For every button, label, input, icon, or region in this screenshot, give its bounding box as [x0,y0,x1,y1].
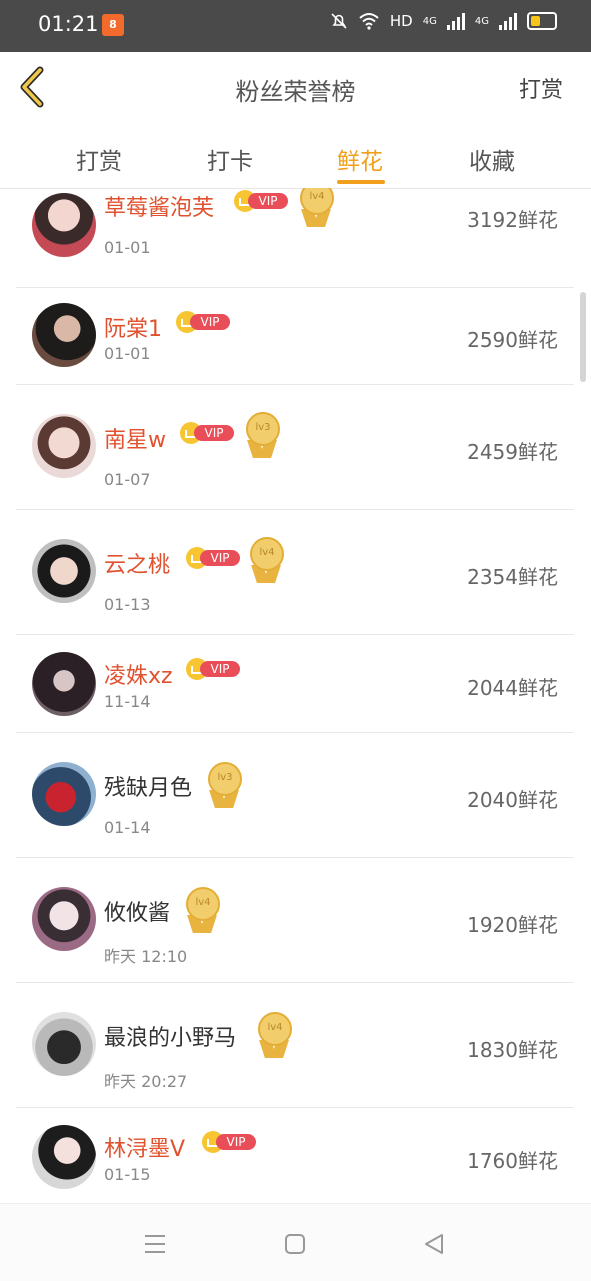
tab-flowers[interactable]: 鲜花 [337,142,383,176]
system-nav-bar [0,1203,591,1281]
status-icons: HD 4G 4G [330,12,557,30]
home-button[interactable] [280,1232,310,1256]
vip-badge: VIP [180,422,234,444]
menu-icon [145,1235,165,1253]
vip-badge: VIP [186,658,240,680]
date: 01-15 [104,1165,151,1184]
avatar [32,1125,96,1189]
avatar [32,303,96,367]
user-name: 阮棠1 [104,317,162,342]
user-name: 云之桃 [104,553,171,578]
list-item[interactable]: 云之桃 VIP lv4 01-13 2354鲜花 [16,509,574,635]
triangle-back-icon [425,1234,443,1254]
tab-reward[interactable]: 打赏 [76,142,122,176]
vip-badge: VIP [202,1131,256,1153]
avatar [32,539,96,603]
list-item[interactable]: 最浪的小野马 lv4 昨天 20:27 1830鲜花 [16,982,574,1108]
flower-count: 2044鲜花 [467,676,558,700]
list-item[interactable]: 凌姝xz VIP 11-14 2044鲜花 [16,634,574,733]
battery-icon [527,12,557,30]
list-item[interactable]: 林浔墨V VIP 01-15 1760鲜花 [16,1107,574,1203]
vip-badge: VIP [234,190,288,212]
avatar [32,414,96,478]
nav-back-button[interactable] [420,1232,450,1256]
page-title: 粉丝荣誉榜 [235,78,356,106]
date: 01-07 [104,470,151,489]
user-name: 最浪的小野马 [104,1026,237,1051]
list-item[interactable]: 阮棠1 VIP 01-01 2590鲜花 [16,287,574,385]
user-name: 草莓酱泡芙 [104,196,215,221]
user-name: 南星w [104,428,166,453]
status-time: 01:21 [38,12,99,36]
tab-bar: 打赏 打卡 鲜花 收藏 [0,122,591,189]
user-name: 攸攸酱 [104,901,171,926]
signal-label-2: 4G [474,15,489,27]
back-button[interactable] [12,62,56,112]
level-medal-icon: lv3 [206,762,242,810]
level-medal-icon: lv4 [298,188,334,229]
chevron-left-icon [20,66,44,108]
date: 01-13 [104,595,151,614]
avatar [32,1012,96,1076]
flower-count: 2040鲜花 [467,788,558,812]
wifi-icon [359,13,379,30]
list-item[interactable]: 残缺月色 lv3 01-14 2040鲜花 [16,732,574,858]
flower-count: 3192鲜花 [467,208,558,232]
date: 01-01 [104,238,151,257]
date: 01-14 [104,818,151,837]
avatar [32,887,96,951]
flower-count: 2590鲜花 [467,328,558,352]
menu-button[interactable] [140,1232,170,1256]
flower-count: 2459鲜花 [467,440,558,464]
user-name: 林浔墨V [104,1137,186,1162]
level-medal-icon: lv3 [244,412,280,460]
avatar [32,652,96,716]
tab-active-indicator [337,180,385,184]
flower-count: 1760鲜花 [467,1149,558,1173]
mute-bell-icon [331,13,347,29]
level-medal-icon: lv4 [184,887,220,935]
user-name: 残缺月色 [104,776,193,801]
date: 01-01 [104,344,151,363]
signal-bars-icon [446,12,465,30]
status-bar: 01:21 8 HD 4G 4G [0,0,591,52]
date: 11-14 [104,692,151,711]
flower-count: 2354鲜花 [467,565,558,589]
nav-bar: 粉丝荣誉榜 打赏 [0,52,591,123]
signal-bars-icon-2 [499,12,517,30]
home-icon [285,1234,305,1254]
level-medal-icon: lv4 [256,1012,292,1060]
flower-count: 1830鲜花 [467,1038,558,1062]
avatar [32,193,96,257]
tab-favorites[interactable]: 收藏 [469,142,515,176]
user-name: 凌姝xz [104,664,173,689]
avatar [32,762,96,826]
ranking-list[interactable]: 草莓酱泡芙 VIP lv4 01-01 3192鲜花 阮棠1 VIP 01-01… [0,188,591,1203]
list-item[interactable]: 南星w VIP lv3 01-07 2459鲜花 [16,384,574,510]
flower-count: 1920鲜花 [467,913,558,937]
list-scrollbar[interactable] [580,292,586,382]
signal-label-1: 4G [422,15,437,27]
tab-checkin[interactable]: 打卡 [207,142,253,176]
date: 昨天 12:10 [104,947,188,966]
app-notification-icon: 8 [102,14,124,36]
list-item[interactable]: 攸攸酱 lv4 昨天 12:10 1920鲜花 [16,857,574,983]
date: 昨天 20:27 [104,1072,188,1091]
vip-badge: VIP [176,311,230,333]
level-medal-icon: lv4 [248,537,284,585]
vip-badge: VIP [186,547,240,569]
network-type: HD [389,12,413,30]
list-item[interactable]: 草莓酱泡芙 VIP lv4 01-01 3192鲜花 [16,188,574,288]
reward-button[interactable]: 打赏 [519,72,563,104]
